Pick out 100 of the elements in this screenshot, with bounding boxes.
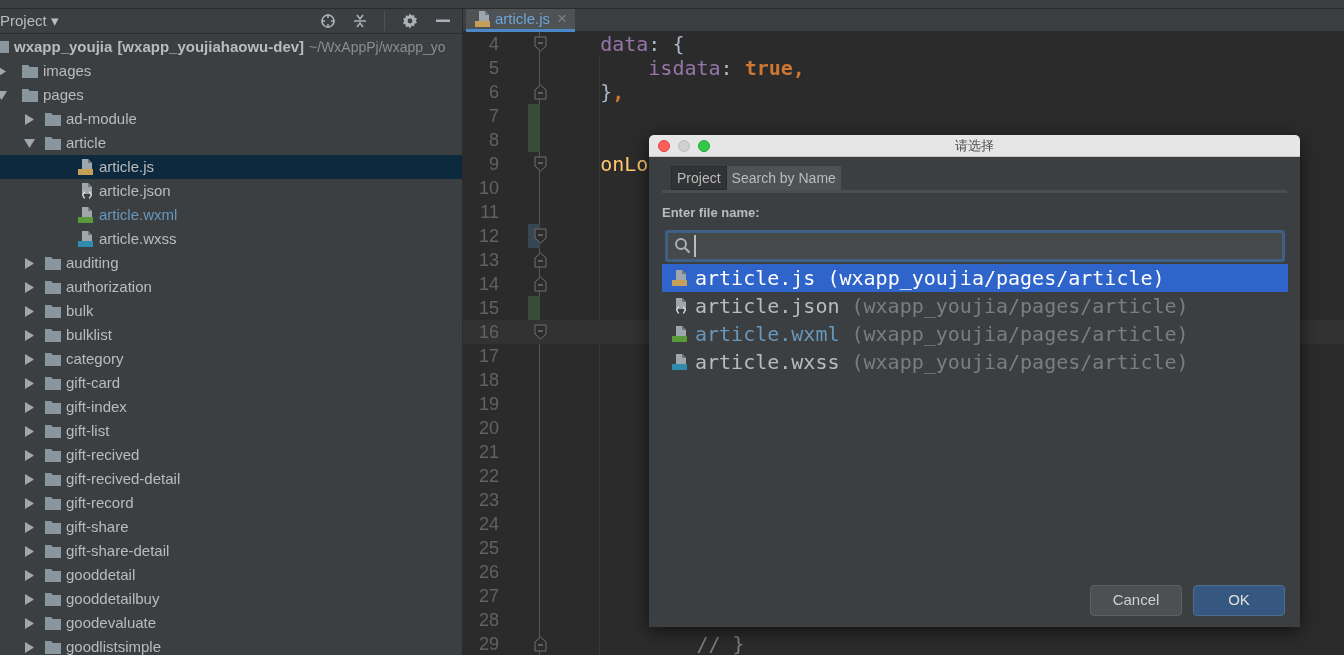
code-line: onLo [599, 153, 649, 175]
tree-item[interactable]: goodlistsimple [0, 635, 462, 655]
panel-title[interactable]: Project ▾ [0, 9, 59, 33]
tree-item[interactable]: gift-list [0, 419, 462, 443]
line-number: 11 [479, 200, 499, 224]
result-item[interactable]: article.js (wxapp_youjia/pages/article) [662, 263, 1288, 292]
folder-icon [0, 40, 10, 54]
folder-icon [44, 543, 62, 559]
folder-icon [44, 327, 62, 343]
line-number: 7 [488, 104, 499, 128]
line-number: 25 [477, 536, 499, 560]
tree-item[interactable]: article [0, 131, 462, 155]
line-number: 23 [477, 488, 499, 512]
code-line: // } [695, 633, 745, 655]
tree-item[interactable]: goodevaluate [0, 611, 462, 635]
tree-item[interactable]: auditing [0, 251, 462, 275]
crosshair-icon[interactable] [320, 13, 336, 29]
line-number: 12 [477, 224, 499, 248]
tree-item[interactable]: ad-module [0, 107, 462, 131]
line-number: 20 [477, 416, 499, 440]
folder-icon [44, 447, 62, 463]
line-number: 27 [477, 584, 499, 608]
folder-icon [44, 615, 62, 631]
text-cursor [694, 234, 696, 257]
collapse-icon[interactable] [353, 13, 367, 29]
tree-item[interactable]: gift-card [0, 371, 462, 395]
line-number: 19 [477, 392, 499, 416]
dialog-tab[interactable]: Project [671, 166, 727, 190]
tree-item[interactable]: category [0, 347, 462, 371]
ok-button[interactable]: OK [1193, 585, 1285, 616]
folder-icon [44, 423, 62, 439]
line-number: 26 [477, 560, 499, 584]
tree-item[interactable]: bulklist [0, 323, 462, 347]
line-number: 5 [488, 56, 499, 80]
dialog-tab[interactable]: Search by Name [726, 166, 841, 190]
line-number: 28 [477, 608, 499, 632]
folder-icon [44, 279, 62, 295]
tree-item[interactable]: article.wxml [0, 203, 462, 227]
folder-icon [44, 639, 62, 655]
file-icon [77, 230, 95, 248]
folder-icon [44, 567, 62, 583]
tree-item[interactable]: authorization [0, 275, 462, 299]
folder-icon [44, 303, 62, 319]
file-icon [671, 352, 689, 371]
tree-item[interactable]: article.wxss [0, 227, 462, 251]
line-number: 4 [488, 32, 499, 56]
line-number: 24 [477, 512, 499, 536]
folder-icon [21, 87, 39, 103]
tree-item[interactable]: gooddetail [0, 563, 462, 587]
line-number: 14 [477, 272, 499, 296]
settings-icon[interactable] [402, 13, 418, 29]
tree-item[interactable]: images [0, 59, 462, 83]
line-number: 6 [488, 80, 499, 104]
tree-item[interactable]: gift-share-detail [0, 539, 462, 563]
line-number: 8 [488, 128, 499, 152]
search-field[interactable] [665, 229, 1285, 262]
result-item[interactable]: article.wxml (wxapp_youjia/pages/article) [662, 319, 1288, 348]
code-line: data: { [599, 33, 685, 55]
tree-item[interactable]: gift-recived [0, 443, 462, 467]
tree-item[interactable]: gift-share [0, 515, 462, 539]
line-number: 22 [477, 464, 499, 488]
search-icon [674, 237, 691, 254]
folder-icon [44, 375, 62, 391]
cancel-button[interactable]: Cancel [1090, 585, 1182, 616]
dialog-title: 请选择 [955, 136, 994, 155]
line-number: 15 [477, 296, 499, 320]
folder-icon [44, 519, 62, 535]
file-icon [474, 10, 492, 28]
line-number: 13 [477, 248, 499, 272]
code-line: }, [599, 81, 625, 103]
line-number: 21 [477, 440, 499, 464]
minimize-icon[interactable] [436, 19, 450, 23]
tree-item[interactable]: bulk [0, 299, 462, 323]
code-line: isdata: true, [647, 57, 805, 79]
folder-icon [44, 135, 62, 151]
tree-item[interactable]: article.js [0, 155, 462, 179]
folder-icon [44, 495, 62, 511]
folder-icon [21, 63, 39, 79]
tree-item[interactable]: gooddetailbuy [0, 587, 462, 611]
editor-tab[interactable]: article.js × [466, 9, 575, 32]
line-number: 18 [477, 368, 499, 392]
file-icon [77, 206, 95, 224]
result-item[interactable]: article.wxss (wxapp_youjia/pages/article) [662, 347, 1288, 376]
line-number: 9 [488, 152, 499, 176]
tree-item[interactable]: gift-record [0, 491, 462, 515]
result-item[interactable]: article.json (wxapp_youjia/pages/article) [662, 291, 1288, 320]
tree-item[interactable]: gift-index [0, 395, 462, 419]
tree-item[interactable]: gift-recived-detail [0, 467, 462, 491]
file-icon [671, 268, 689, 287]
tree-item[interactable]: pages [0, 83, 462, 107]
field-label: Enter file name: [662, 204, 760, 222]
close-button[interactable] [658, 139, 670, 152]
line-number: 17 [477, 344, 499, 368]
folder-icon [44, 255, 62, 271]
file-icon [77, 158, 95, 176]
tree-item[interactable]: article.json [0, 179, 462, 203]
folder-icon [44, 471, 62, 487]
folder-icon [44, 351, 62, 367]
line-number: 29 [477, 632, 499, 655]
tree-item[interactable]: wxapp_youjia [wxapp_youjiahaowu-dev] ~/WxAppPj/wxapp_yo [0, 35, 462, 59]
